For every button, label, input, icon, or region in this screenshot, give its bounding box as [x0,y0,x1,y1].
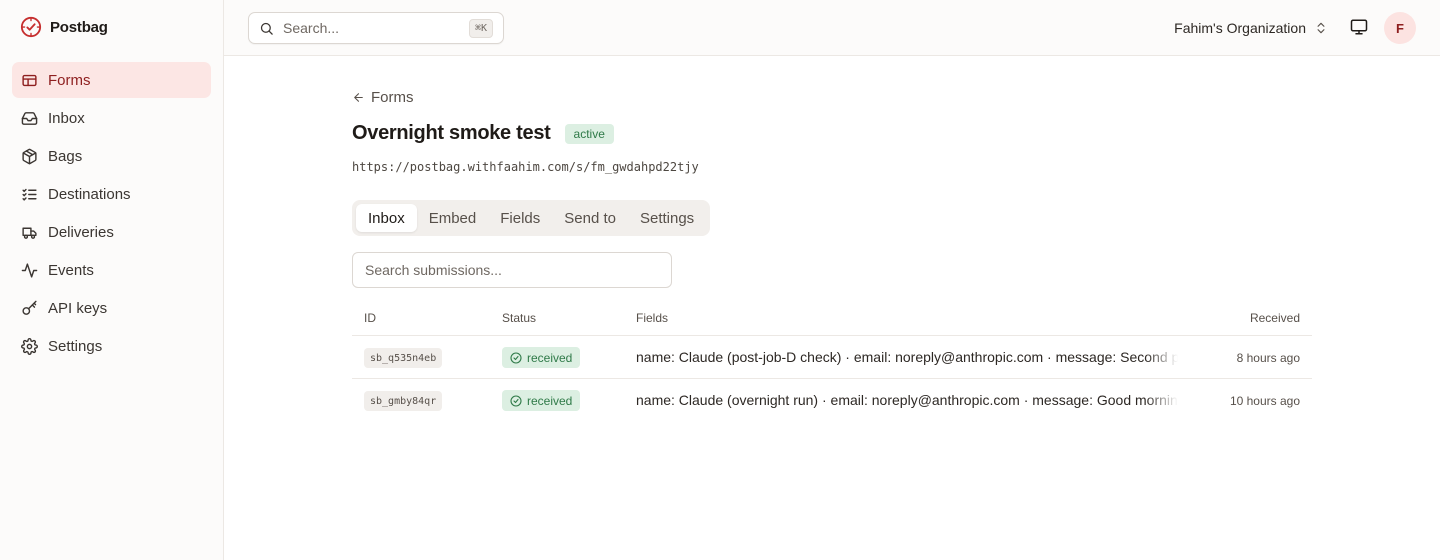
monitor-icon[interactable] [1350,18,1368,36]
tab-embed[interactable]: Embed [417,204,489,232]
submission-status-badge: received [502,390,581,411]
submission-received: 8 hours ago [1236,351,1300,365]
truck-icon [22,227,37,239]
sidebar-item-api-keys[interactable]: API keys [12,290,211,326]
title-row: Overnight smoke test active [352,122,614,145]
sidebar-item-label: Destinations [48,185,131,203]
sidebar-item-label: Forms [48,71,91,89]
key-icon [22,300,37,315]
sidebar-item-label: Deliveries [48,223,114,241]
organization-name: Fahim's Organization [1174,20,1306,36]
column-header-fields: Fields [636,311,669,325]
table-header: ID Status Fields Received [352,300,1312,336]
sidebar-item-deliveries[interactable]: Deliveries [12,214,211,250]
table-row[interactable]: sb_q535n4eb received name: Claude (post-… [352,336,1312,379]
sidebar-item-label: Settings [48,337,103,355]
column-header-received: Received [1249,311,1300,325]
sidebar-item-settings[interactable]: Settings [12,328,211,364]
tab-send-to[interactable]: Send to [552,204,628,232]
inbox-icon [21,111,38,125]
sidebar-item-events[interactable]: Events [12,252,211,288]
gear-icon [21,337,38,355]
sidebar-item-label: API keys [48,299,108,317]
search-placeholder: Search... [283,20,340,36]
tab-settings[interactable]: Settings [628,204,706,232]
check-circle-icon [510,351,522,364]
postbag-logo-icon [20,16,42,38]
brand-name: Postbag [50,18,108,36]
column-header-id: ID [364,311,376,325]
global-search[interactable]: Search... ⌘K [248,12,504,44]
sidebar-nav: Forms Inbox Bags Destinations Deliveries… [12,62,211,366]
submission-status-label: received [527,350,573,365]
submission-received: 10 hours ago [1229,394,1300,408]
organization-switcher[interactable]: Fahim's Organization [1174,16,1328,40]
check-circle-icon [510,394,522,407]
sidebar-item-destinations[interactable]: Destinations [12,176,211,212]
submission-status-badge: received [502,347,581,368]
search-shortcut: ⌘K [468,19,493,38]
submission-fields: name: Claude (overnight run) · email: no… [636,392,1178,408]
status-badge: active [564,123,614,144]
back-link-label: Forms [371,89,414,106]
table-row[interactable]: sb_gmby84qr received name: Claude (overn… [352,379,1312,422]
tab-fields[interactable]: Fields [488,204,552,232]
submission-status-label: received [527,393,573,408]
sidebar-item-forms[interactable]: Forms [12,62,211,98]
page-title: Overnight smoke test [352,122,551,144]
submissions-table: ID Status Fields Received sb_q535n4eb re… [352,300,1312,422]
brand[interactable]: Postbag [20,16,108,38]
activity-icon [21,262,38,278]
submission-search-input[interactable]: Search submissions... [352,252,672,288]
back-link[interactable]: Forms [352,89,414,106]
topbar: Search... ⌘K Fahim's Organization F [224,0,1440,56]
sidebar: Postbag Forms Inbox Bags Destinations De… [0,0,224,560]
submission-id: sb_q535n4eb [364,348,443,368]
sidebar-item-label: Inbox [48,109,85,127]
sidebar-item-inbox[interactable]: Inbox [12,100,211,136]
tab-inbox[interactable]: Inbox [356,204,417,232]
avatar[interactable]: F [1384,12,1416,44]
sidebar-item-label: Events [48,261,94,279]
tab-bar: Inbox Embed Fields Send to Settings [352,200,711,236]
forms-icon [22,74,37,86]
form-url: https://postbag.withfaahim.com/s/fm_gwda… [352,160,699,174]
arrow-left-icon [354,93,363,102]
package-icon [22,148,37,164]
submission-id: sb_gmby84qr [364,391,443,411]
submission-fields: name: Claude (post-job-D check) · email:… [636,349,1178,365]
column-header-status: Status [502,311,537,325]
list-checks-icon [22,188,37,201]
sidebar-item-bags[interactable]: Bags [12,138,211,174]
search-icon [260,22,273,35]
chevrons-up-down-icon [1317,22,1325,34]
sidebar-item-label: Bags [48,147,83,165]
